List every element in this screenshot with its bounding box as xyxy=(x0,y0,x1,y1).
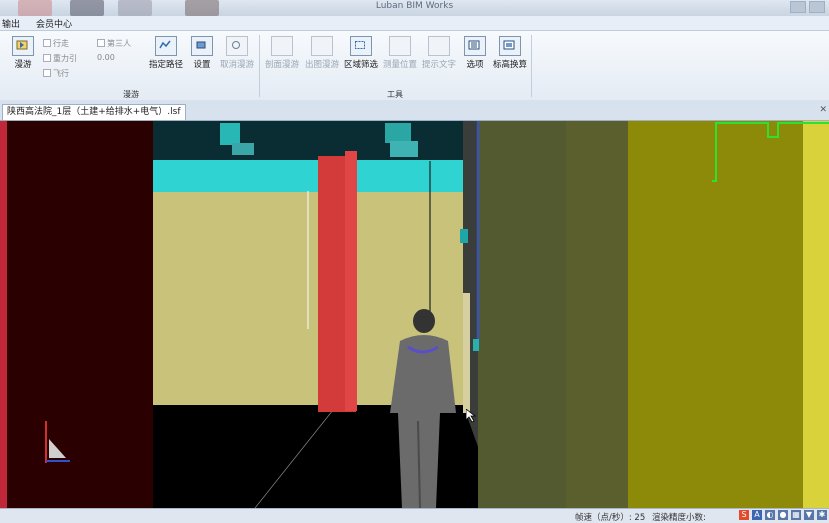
elevation-icon xyxy=(499,36,521,56)
menu-item-member-center[interactable]: 会员中心 xyxy=(36,17,72,30)
third-person-option[interactable]: 第三人 xyxy=(97,38,131,49)
close-icon[interactable]: ✕ xyxy=(819,105,827,115)
app-title: Luban BIM Works xyxy=(375,1,454,11)
close-button[interactable] xyxy=(809,1,825,13)
gravity-option[interactable]: 重力引 xyxy=(43,53,77,64)
elevation-convert-button[interactable]: 标高换算 xyxy=(490,36,530,70)
cancel-roam-icon xyxy=(226,36,248,56)
render-precision-label: 渲染精度小数: xyxy=(652,513,706,523)
scene-render xyxy=(0,121,829,508)
hint-icon xyxy=(428,36,450,56)
system-tray: S A ◐ ● ▦ ▼ ✱ xyxy=(739,510,827,520)
frame-rate-label: 帧速（点/秒）: 25 xyxy=(575,513,646,523)
measure-position-label: 测量位置 xyxy=(382,60,417,70)
options-button[interactable]: 选项 xyxy=(455,36,495,70)
font-icon[interactable]: A xyxy=(752,510,762,520)
settings-icon[interactable]: ✱ xyxy=(817,510,827,520)
settings-icon xyxy=(191,36,213,56)
path-icon xyxy=(155,36,177,56)
window-titlebar: Luban BIM Works xyxy=(0,0,829,16)
keyboard-icon[interactable]: ▦ xyxy=(791,510,801,520)
moon-icon[interactable]: ◐ xyxy=(765,510,775,520)
shirt-icon[interactable]: ▼ xyxy=(804,510,814,520)
3d-viewport[interactable] xyxy=(0,121,829,508)
roam-label: 漫游 xyxy=(14,60,32,70)
fly-option[interactable]: 飞行 xyxy=(43,68,69,79)
region-select-icon xyxy=(350,36,372,56)
document-tab-bar: 陕西高法院_1层（土建+给排水+电气）.lsf ✕ xyxy=(0,100,829,121)
walk-option[interactable]: 行走 xyxy=(43,38,69,49)
speed-value[interactable]: 0.00 xyxy=(97,53,115,62)
ribbon-separator xyxy=(531,35,532,97)
roam-button[interactable]: 漫游 xyxy=(3,36,43,70)
options-icon xyxy=(464,36,486,56)
sogou-icon[interactable]: S xyxy=(739,510,749,520)
export-icon xyxy=(311,36,333,56)
region-select-button[interactable]: 区域筛选 xyxy=(341,36,381,70)
group-label-tools: 工具 xyxy=(387,90,403,99)
menu-item-output[interactable]: 输出 xyxy=(2,17,20,30)
set-path-button[interactable]: 指定路径 xyxy=(146,36,186,70)
document-tab[interactable]: 陕西高法院_1层（土建+给排水+电气）.lsf xyxy=(2,104,186,120)
region-select-label: 区域筛选 xyxy=(343,60,378,70)
export-roam-label: 出图漫游 xyxy=(304,60,339,70)
set-path-label: 指定路径 xyxy=(148,60,183,70)
section-roam-button[interactable]: 剖面漫游 xyxy=(262,36,302,70)
mic-icon[interactable]: ● xyxy=(778,510,788,520)
menu-bar: 输出 会员中心 xyxy=(0,16,829,31)
elevation-convert-label: 标高换算 xyxy=(492,60,527,70)
group-label-roam: 漫游 xyxy=(123,90,139,99)
hint-text-label: 提示文字 xyxy=(421,60,456,70)
ribbon-separator xyxy=(259,35,260,97)
section-roam-label: 剖面漫游 xyxy=(264,60,299,70)
ribbon: 漫游 行走 重力引 飞行 第三人 0.00 指定路径 设置 取消漫游 漫游 剖面… xyxy=(0,31,829,101)
roam-icon xyxy=(12,36,34,56)
section-icon xyxy=(271,36,293,56)
cancel-roam-button[interactable]: 取消漫游 xyxy=(217,36,257,70)
settings-label: 设置 xyxy=(193,60,211,70)
measure-icon xyxy=(389,36,411,56)
mouse-cursor-icon xyxy=(466,409,476,423)
options-label: 选项 xyxy=(466,60,484,70)
settings-button[interactable]: 设置 xyxy=(182,36,222,70)
export-roam-button[interactable]: 出图漫游 xyxy=(302,36,342,70)
status-bar: 帧速（点/秒）: 25 渲染精度小数: S A ◐ ● ▦ ▼ ✱ xyxy=(0,508,829,523)
cancel-roam-label: 取消漫游 xyxy=(219,60,254,70)
measure-position-button[interactable]: 测量位置 xyxy=(380,36,420,70)
hint-text-button[interactable]: 提示文字 xyxy=(419,36,459,70)
minimize-button[interactable] xyxy=(790,1,806,13)
